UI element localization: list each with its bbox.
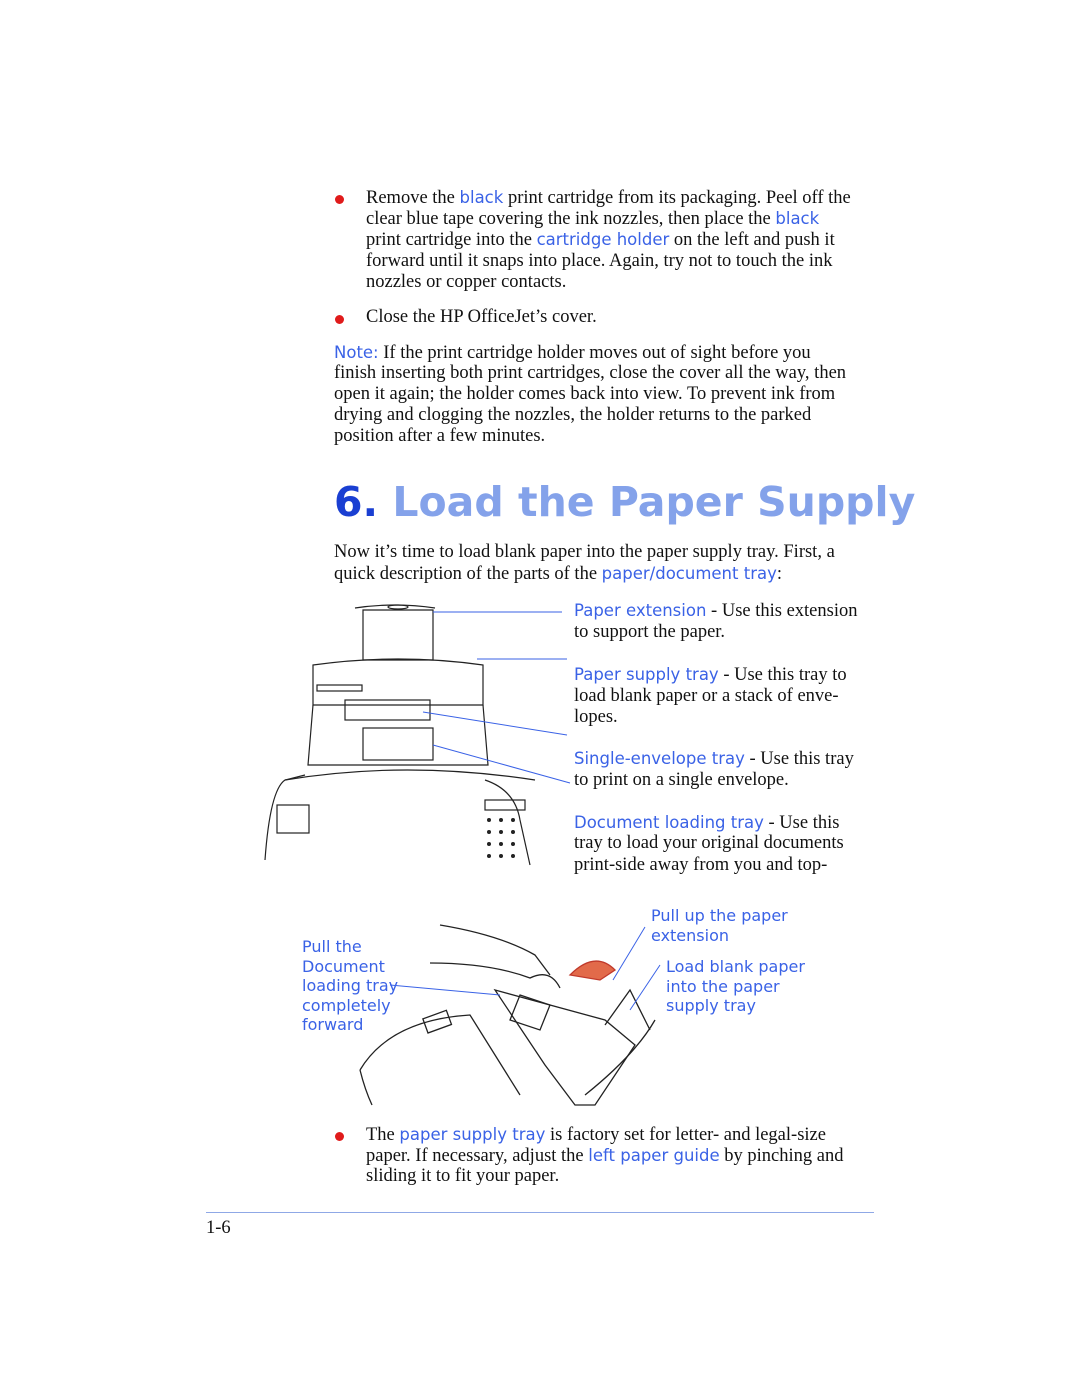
- footer-rule: [206, 1212, 874, 1213]
- bullet1-line: clear blue tape covering the ink nozzles…: [366, 209, 820, 229]
- document-page: Remove the black print cartridge from it…: [0, 0, 1080, 1397]
- loading-paper-illustration: [359, 924, 661, 1106]
- bullet1-line: print cartridge into the cartridge holde…: [366, 230, 835, 250]
- bullet-icon: [335, 1132, 344, 1141]
- note-line: finish inserting both print cartridges, …: [334, 363, 847, 383]
- bullet1-line: Remove the black print cartridge from it…: [366, 188, 851, 208]
- note-line: position after a few minutes.: [334, 426, 546, 446]
- note-line: open it again; the holder comes back int…: [334, 384, 836, 404]
- callout-pull-document-tray: Pull the Document loading tray completely fo…: [302, 937, 399, 1034]
- section-heading: 6. Load the Paper Supply: [334, 478, 916, 526]
- note-line: Note: If the print cartridge holder move…: [334, 343, 811, 363]
- callout-pull-extension: Pull up the paper extension: [651, 906, 788, 945]
- intro-line: quick description of the parts of the pa…: [334, 564, 782, 584]
- callout-load-paper: Load blank paper into the paper supply tra…: [666, 957, 805, 1015]
- note-line: drying and clogging the nozzles, the hol…: [334, 405, 812, 425]
- bullet2-text: Close the HP OfficeJet’s cover.: [366, 307, 597, 327]
- bullet3-line: sliding it to fit your paper.: [366, 1166, 560, 1186]
- intro-line: Now it’s time to load blank paper into t…: [334, 542, 835, 562]
- bullet1-line: nozzles or copper contacts.: [366, 272, 567, 292]
- bullet-icon: [335, 195, 344, 204]
- bullet1-line: forward until it snaps into place. Again…: [366, 251, 833, 271]
- page-number: 1-6: [206, 1218, 231, 1238]
- bullet-icon: [335, 315, 344, 324]
- bullet3-line: The paper supply tray is factory set for…: [366, 1125, 826, 1145]
- printer-tray-illustration: [264, 604, 571, 866]
- bullet3-line: paper. If necessary, adjust the left pap…: [366, 1146, 844, 1166]
